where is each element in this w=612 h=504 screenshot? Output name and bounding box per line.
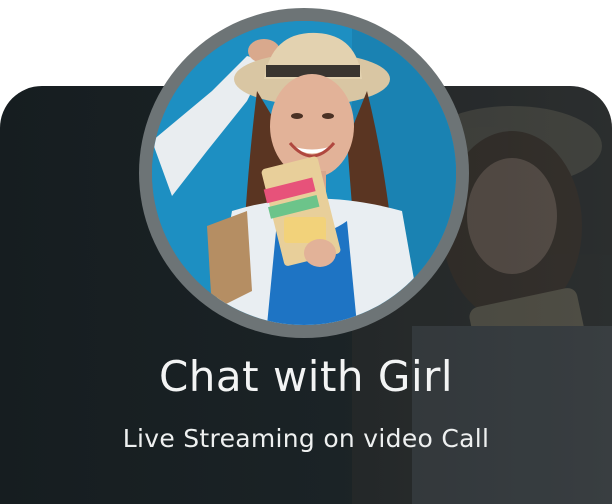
profile-photo [152, 21, 456, 325]
avatar [152, 21, 456, 325]
page-subtitle: Live Streaming on video Call [122, 424, 490, 453]
page-title: Chat with Girl [158, 352, 454, 401]
